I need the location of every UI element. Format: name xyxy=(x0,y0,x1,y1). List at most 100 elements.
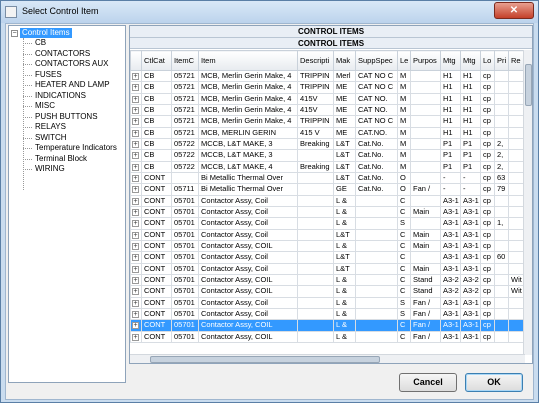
horizontal-scrollbar[interactable] xyxy=(130,354,525,363)
table-row[interactable]: + CONT Bi Metallic Thermal Over L&T Cat.No. O… xyxy=(130,171,526,185)
row-expander[interactable]: + xyxy=(130,273,142,287)
tree-item[interactable]: Temperature Indicators xyxy=(21,143,117,154)
table-row[interactable]: + CONT 05701 Contactor Assy, COIL L & C Fan / A… xyxy=(130,330,526,343)
table-row[interactable]: + CONT 05701 Contactor Assy, COIL L & C Main A3… xyxy=(130,239,526,253)
table-row[interactable]: + CB 05721 MCB, Merlin Gerin Make, 4 TRIPPIN… xyxy=(130,115,526,128)
row-expander[interactable]: + xyxy=(130,115,142,128)
table-row[interactable]: + CB 05721 MCB, MERLIN GERIN 415 V ME CAT.NO. M… xyxy=(130,126,526,139)
table-row[interactable]: + CONT 05701 Contactor Assy, Coil L & S Fan / A… xyxy=(130,296,526,309)
expand-icon[interactable]: + xyxy=(132,242,139,250)
column-header[interactable]: SuppSpec xyxy=(355,50,398,71)
expand-icon[interactable]: + xyxy=(132,186,139,194)
row-expander[interactable]: + xyxy=(130,126,142,139)
table-row[interactable]: + CONT 05701 Contactor Assy, Coil L & S Fan / A… xyxy=(130,307,526,321)
tree-root-label[interactable]: Control Items xyxy=(20,28,72,38)
expand-icon[interactable]: + xyxy=(132,265,139,273)
expand-icon[interactable]: + xyxy=(132,288,139,296)
column-header[interactable]: Pri xyxy=(494,50,509,71)
row-expander[interactable]: + xyxy=(130,285,142,298)
tree-item[interactable]: INDICATIONS xyxy=(21,91,117,102)
expand-icon[interactable]: + xyxy=(132,254,139,262)
row-expander[interactable]: + xyxy=(130,92,142,105)
collapse-icon[interactable]: − xyxy=(11,29,18,37)
expand-icon[interactable]: + xyxy=(132,106,139,114)
column-header[interactable]: Purpos xyxy=(410,50,441,71)
table-row[interactable]: + CONT 05701 Contactor Assy, Coil L & C A3-1 A3… xyxy=(130,194,526,207)
expand-icon[interactable]: + xyxy=(132,322,139,330)
row-expander[interactable]: + xyxy=(130,160,142,173)
table-row[interactable]: + CB 05721 MCB, Merlin Gerin Make, 4 415V ME C… xyxy=(130,92,526,105)
column-header[interactable]: Mtg xyxy=(440,50,461,71)
expand-icon[interactable]: + xyxy=(132,208,139,216)
table-row[interactable]: + CB 05722 MCCB, L&T MAKE, 4 Breaking L&T Cat.… xyxy=(130,160,526,173)
expand-icon[interactable]: + xyxy=(132,152,139,160)
row-expander[interactable]: + xyxy=(130,137,142,151)
expand-icon[interactable]: + xyxy=(132,333,139,341)
expand-icon[interactable]: + xyxy=(132,276,139,284)
row-expander[interactable]: + xyxy=(130,171,142,185)
control-items-tree[interactable]: − Control Items CB CONTACTORS CONTACTORS A… xyxy=(8,25,126,383)
tree-item[interactable]: PUSH BUTTONS xyxy=(21,112,117,123)
table-row[interactable]: + CONT 05711 Bi Metallic Thermal Over GE Cat.… xyxy=(130,183,526,196)
table-row[interactable]: + CONT 05701 Contactor Assy, COIL L & C Stand A… xyxy=(130,273,526,287)
table-row[interactable]: + CONT 05701 Contactor Assy, COIL L & C Stand A… xyxy=(130,285,526,298)
row-expander[interactable]: + xyxy=(130,149,142,162)
row-expander[interactable]: + xyxy=(130,103,142,117)
tree-item[interactable]: RELAYS xyxy=(21,122,117,133)
vertical-scrollbar[interactable] xyxy=(523,50,532,355)
row-expander[interactable]: + xyxy=(130,217,142,230)
expand-icon[interactable]: + xyxy=(132,220,139,228)
table-row[interactable]: + CB 05721 MCB, Merlin Gerin Make, 4 TRIPPIN… xyxy=(130,69,526,83)
horizontal-scroll-thumb[interactable] xyxy=(150,356,380,363)
column-header[interactable]: CtlCat xyxy=(141,50,172,71)
table-row[interactable]: + CONT 05701 Contactor Assy, Coil L & S A3-1 A3… xyxy=(130,217,526,230)
row-expander[interactable]: + xyxy=(130,296,142,309)
table-row[interactable]: + CONT 05701 Contactor Assy, Coil L&T C A3-1 A3… xyxy=(130,251,526,264)
column-header[interactable]: Mak xyxy=(333,50,356,71)
expand-icon[interactable]: + xyxy=(132,299,139,307)
row-expander[interactable]: + xyxy=(130,183,142,196)
expand-icon[interactable]: + xyxy=(132,73,139,80)
tree-item[interactable]: HEATER AND LAMP xyxy=(21,80,117,91)
tree-item[interactable]: SWITCH xyxy=(21,133,117,144)
close-button[interactable]: ✕ xyxy=(494,2,534,19)
tree-root[interactable]: − Control Items xyxy=(11,28,72,38)
row-expander[interactable]: + xyxy=(130,251,142,264)
table-row[interactable]: + CONT 05701 Contactor Assy, Coil L&T C Main A3… xyxy=(130,228,526,241)
tree-item[interactable]: FUSES xyxy=(21,70,117,81)
tree-item[interactable]: CONTACTORS xyxy=(21,49,117,60)
expand-icon[interactable]: + xyxy=(132,197,139,205)
ok-button[interactable]: OK xyxy=(465,373,523,392)
table-row[interactable]: + CONT 05701 Contactor Assy, Coil L&T C Main A3… xyxy=(130,262,526,275)
column-header[interactable]: Le xyxy=(397,50,411,71)
row-expander[interactable]: + xyxy=(130,69,142,83)
expand-icon[interactable]: + xyxy=(132,163,139,171)
table-row[interactable]: + CB 05721 MCB, Merlin Gerin Make, 4 TRIPPIN… xyxy=(130,81,526,94)
column-header[interactable]: Lo xyxy=(480,50,495,71)
row-expander[interactable]: + xyxy=(130,319,142,332)
tree-item[interactable]: MISC xyxy=(21,101,117,112)
expand-icon[interactable]: + xyxy=(132,95,139,103)
row-expander[interactable]: + xyxy=(130,239,142,253)
expand-icon[interactable]: + xyxy=(132,118,139,126)
tree-item[interactable]: WIRING xyxy=(21,164,117,175)
table-row[interactable]: + CONT 05701 Contactor Assy, Coil L & C Main A3… xyxy=(130,205,526,219)
tree-item[interactable]: CB xyxy=(21,38,117,49)
table-row[interactable]: + CB 05721 MCB, Merlin Gerin Make, 4 415V ME C… xyxy=(130,103,526,117)
tree-item[interactable]: CONTACTORS AUX xyxy=(21,59,117,70)
row-expander[interactable]: + xyxy=(130,205,142,219)
row-expander[interactable]: + xyxy=(130,307,142,321)
tree-item[interactable]: Terminal Block xyxy=(21,154,117,165)
table-row[interactable]: + CONT 05701 Contactor Assy, COIL L & C Fan / A… xyxy=(130,319,526,332)
expand-icon[interactable]: + xyxy=(132,129,139,137)
table-row[interactable]: + CB 05722 MCCB, L&T MAKE, 3 L&T Cat.No. M P1 P1… xyxy=(130,149,526,162)
column-header[interactable]: Mtg xyxy=(460,50,481,71)
expand-icon[interactable]: + xyxy=(132,174,139,182)
row-expander[interactable]: + xyxy=(130,330,142,343)
column-header[interactable] xyxy=(130,50,142,71)
row-expander[interactable]: + xyxy=(130,81,142,94)
row-expander[interactable]: + xyxy=(130,228,142,241)
expand-icon[interactable]: + xyxy=(132,140,139,148)
expand-icon[interactable]: + xyxy=(132,231,139,239)
row-expander[interactable]: + xyxy=(130,194,142,207)
